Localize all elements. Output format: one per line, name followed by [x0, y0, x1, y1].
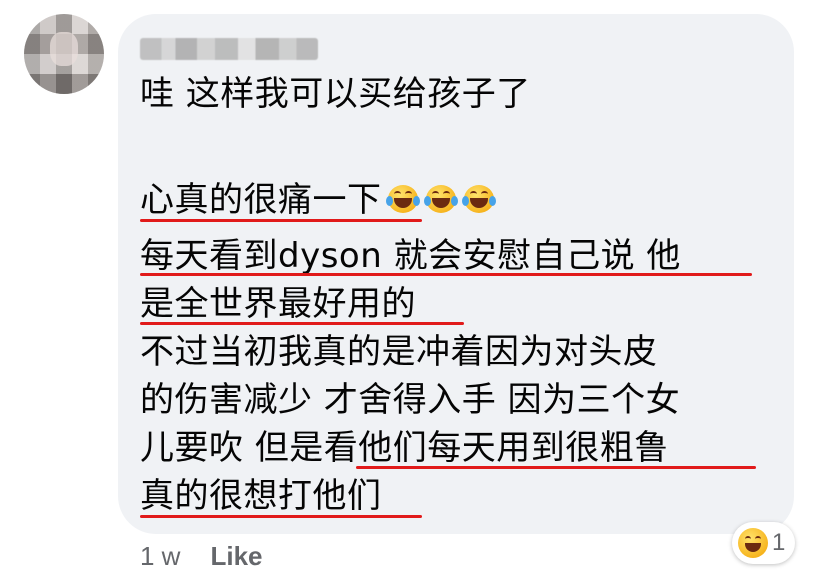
comment-line-2-text: 心真的很痛一下 — [140, 180, 382, 220]
comment-line-6: 的伤害减少 才舍得入手 因为三个女 — [140, 380, 681, 420]
comment-line-8: 真的很想打他们 — [140, 476, 382, 516]
commenter-name-blurred[interactable] — [140, 38, 318, 60]
comment-line-2: 心真的很痛一下 — [140, 178, 496, 222]
highlight-underline — [140, 273, 752, 276]
highlight-underline — [356, 466, 756, 469]
comment-line-7: 儿要吹 但是看他们每天用到很粗鲁 — [140, 428, 669, 468]
face-with-tears-of-joy-icon — [423, 184, 458, 214]
comment-line-4: 是全世界最好用的 — [140, 284, 416, 324]
comment-line-1: 哇 这样我可以买给孩子了 — [140, 74, 531, 114]
highlight-underline — [140, 515, 422, 518]
reaction-summary[interactable]: 1 — [732, 522, 796, 564]
comment-line-5: 不过当初我真的是冲着因为对头皮 — [140, 332, 658, 372]
laughing-face-icon — [738, 528, 768, 558]
reaction-count: 1 — [772, 529, 786, 556]
comment-actions: 1 w Like — [140, 536, 263, 576]
face-with-tears-of-joy-icon — [385, 184, 420, 214]
commenter-avatar[interactable] — [24, 14, 104, 94]
face-with-tears-of-joy-icon — [461, 184, 496, 214]
comment-timestamp[interactable]: 1 w — [140, 541, 180, 572]
highlight-underline — [140, 219, 422, 222]
comment-line-3: 每天看到dyson 就会安慰自己说 他 — [140, 236, 681, 276]
highlight-underline — [140, 322, 464, 325]
like-button[interactable]: Like — [210, 541, 262, 572]
